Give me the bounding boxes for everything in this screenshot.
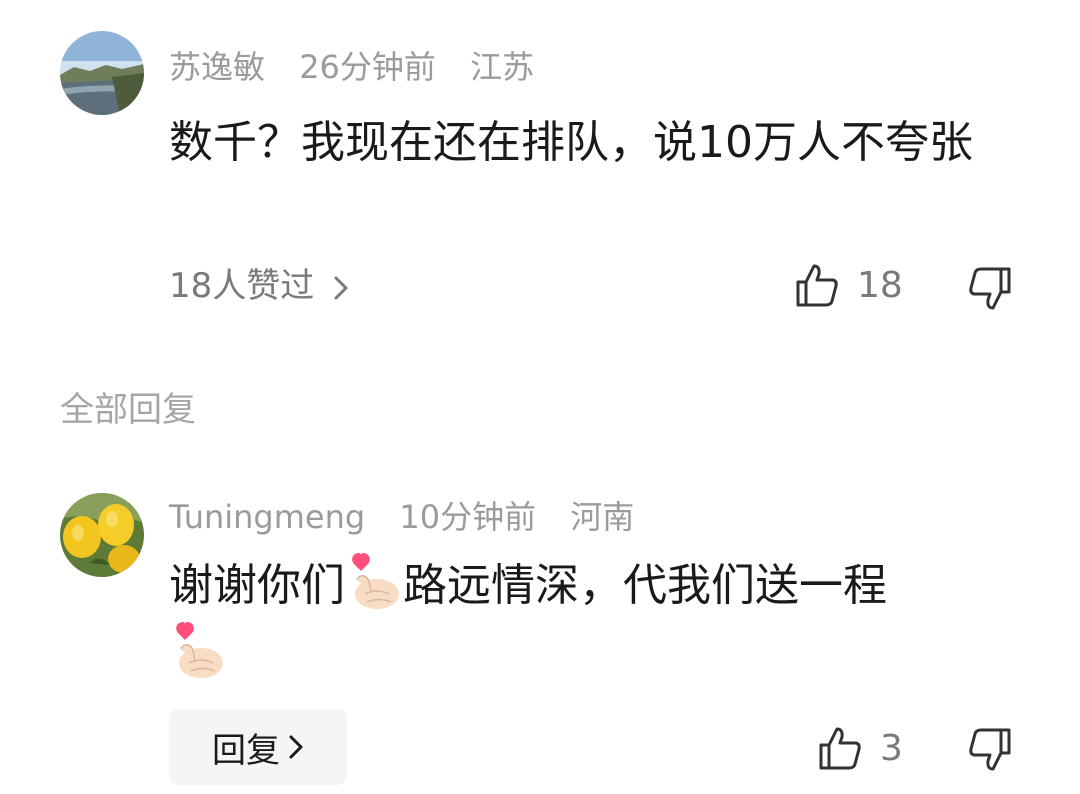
finger-heart-emoji [345,550,403,612]
avatar[interactable] [60,493,144,577]
reply-author[interactable]: Tuningmeng [169,498,365,536]
comment-meta: 苏逸敏 26分钟前 江苏 [169,47,558,87]
likes-list-label: 18人赞过 [169,266,315,306]
comment-author[interactable]: 苏逸敏 [169,48,265,86]
thumbs-down-icon [969,267,1011,310]
reply-text: 谢谢你们 路远情深，代我们送一程 [169,550,1009,688]
reply-time: 10分钟前 [399,498,537,536]
likes-list-link[interactable]: 18人赞过 [169,266,349,306]
comment-dislike-button[interactable] [968,266,1012,312]
replies-section-title: 全部回复 [60,390,196,430]
chevron-right-icon [334,276,348,300]
reply-meta: Tuningmeng 10分钟前 河南 [169,497,658,537]
chevron-right-icon [289,735,303,759]
comment-like-count: 18 [857,264,903,306]
reply-like-button[interactable]: 3 [818,725,903,771]
finger-heart-emoji [169,619,227,681]
thumbs-up-icon [819,727,861,770]
reply-text-part1: 谢谢你们 [169,560,345,611]
comment-time: 26分钟前 [299,48,436,86]
thumbs-up-icon [796,264,838,307]
comment-location: 江苏 [470,48,535,86]
reply-location: 河南 [570,498,635,536]
comment-text: 数千？我现在还在排队，说10万人不夸张 [169,117,973,168]
thumbs-down-icon [969,728,1011,771]
comment-like-button[interactable]: 18 [795,262,903,308]
reply-dislike-button[interactable] [968,727,1012,773]
landscape-avatar-icon [60,31,144,115]
reply-button[interactable]: 回复 [169,709,347,785]
lemon-avatar-icon [60,493,144,577]
reply-text-part2: 路远情深，代我们送一程 [403,560,887,611]
reply-button-label: 回复 [212,730,280,771]
avatar[interactable] [60,31,144,115]
reply-like-count: 3 [880,727,903,769]
